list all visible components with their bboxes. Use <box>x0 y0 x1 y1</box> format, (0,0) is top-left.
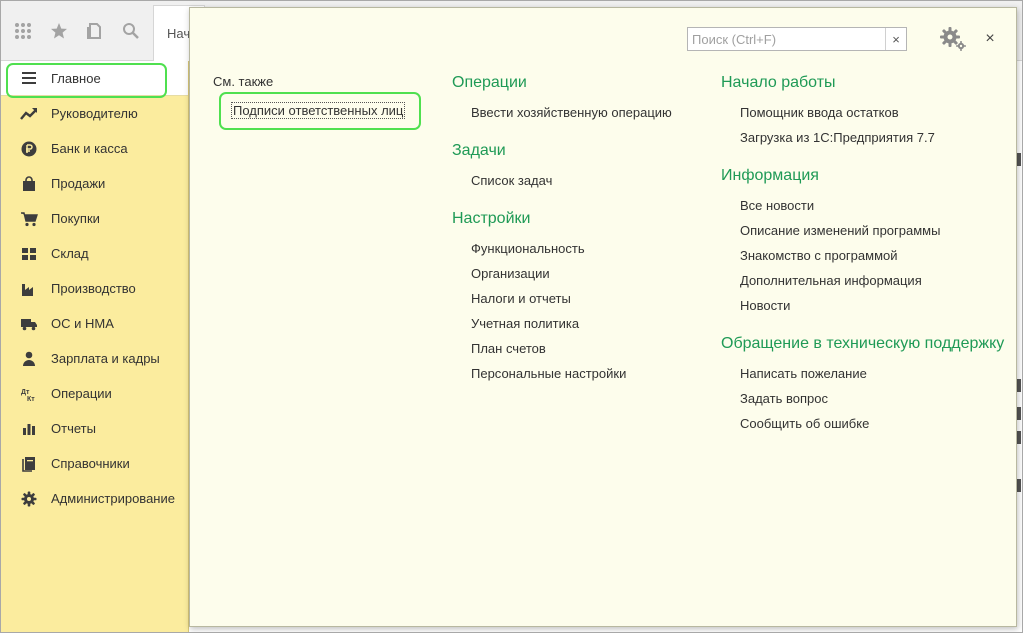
main-menu-popup: × × См. также <box>189 7 1017 627</box>
sidebar-item-label: Продажи <box>51 176 106 191</box>
sidebar-item[interactable]: Покупки <box>1 201 188 236</box>
truck-icon <box>19 316 39 332</box>
menu-link[interactable]: Описание изменений программы <box>740 218 1004 243</box>
section-title: Настройки <box>452 210 531 227</box>
sidebar-item[interactable]: Справочники <box>1 446 188 481</box>
person-icon <box>19 351 39 367</box>
sidebar-item-label: Главное <box>51 70 101 86</box>
menu-column-1: Операции Ввести хозяйственную операцию Зад… <box>452 72 672 401</box>
history-icon[interactable] <box>77 13 113 49</box>
sidebar-item[interactable]: Главное <box>1 61 188 98</box>
menu-link[interactable]: Налоги и отчеты <box>471 286 672 311</box>
menu-link[interactable]: Все новости <box>740 193 1004 218</box>
sidebar-item-label: Банк и касса <box>51 141 128 156</box>
search-clear-button[interactable]: × <box>885 28 906 50</box>
menu-link[interactable]: Написать пожелание <box>740 361 1004 386</box>
section-title: Информация <box>721 167 819 184</box>
section-title: Обращение в техническую поддержку <box>721 335 1005 352</box>
ruble-coin-icon <box>19 141 39 157</box>
menu-link[interactable]: Учетная политика <box>471 311 672 336</box>
bar-chart-icon <box>19 421 39 437</box>
menu-link[interactable]: Функциональность <box>471 236 672 261</box>
menu-link[interactable]: Сообщить об ошибке <box>740 411 1004 436</box>
menu-link[interactable]: Новости <box>740 293 1004 318</box>
section-title: Операции <box>452 74 527 91</box>
svg-text:Дт: Дт <box>21 389 30 396</box>
menu-link[interactable]: План счетов <box>471 336 672 361</box>
dt-kt-icon: Дт Кт <box>19 386 39 402</box>
search-box: × <box>687 27 907 51</box>
book-icon <box>19 456 39 472</box>
sidebar-item-label: Отчеты <box>51 421 96 436</box>
sidebar-item-label: Зарплата и кадры <box>51 351 160 366</box>
sidebar-item[interactable]: Отчеты <box>1 411 188 446</box>
sidebar-item[interactable]: Администрирование <box>1 481 188 516</box>
sidebar-item-label: ОС и НМА <box>51 316 114 331</box>
sidebar-item-label: Производство <box>51 281 136 296</box>
sidebar-item-label: Руководителю <box>51 106 138 121</box>
menu-link[interactable]: Знакомство с программой <box>740 243 1004 268</box>
section-links: Помощник ввода остатков Загрузка из 1С:Пр… <box>721 100 1004 150</box>
section-links: Функциональность Организации Налоги и отче… <box>452 236 672 386</box>
star-icon[interactable] <box>41 13 77 49</box>
sidebar: Главное Руководителю Банк и касса Продажи По… <box>1 61 189 632</box>
section-links: Написать пожелание Задать вопрос Сообщить … <box>721 361 1004 436</box>
sidebar-item[interactable]: Склад <box>1 236 188 271</box>
search-icon[interactable] <box>113 13 149 49</box>
svg-text:Кт: Кт <box>27 396 35 402</box>
sidebar-item[interactable]: Зарплата и кадры <box>1 341 188 376</box>
section-links: Ввести хозяйственную операцию <box>452 100 672 125</box>
section-title: Начало работы <box>721 74 836 91</box>
see-also-link-signatures[interactable]: Подписи ответственных лиц <box>231 102 406 119</box>
section-title: Задачи <box>452 142 506 159</box>
menu-link[interactable]: Дополнительная информация <box>740 268 1004 293</box>
menu-lines-icon <box>19 70 39 86</box>
section-links: Список задач <box>452 168 672 193</box>
sidebar-item[interactable]: ОС и НМА <box>1 306 188 341</box>
menu-link[interactable]: Ввести хозяйственную операцию <box>471 100 672 125</box>
menu-link[interactable]: Организации <box>471 261 672 286</box>
sidebar-item[interactable]: Банк и касса <box>1 131 188 166</box>
sidebar-item[interactable]: Дт Кт Операции <box>1 376 188 411</box>
app-window: Нач Главное Руководителю Банк и касса Прода… <box>0 0 1023 633</box>
background-fragment <box>1017 153 1021 166</box>
background-fragment <box>1017 379 1021 392</box>
cart-icon <box>19 211 39 227</box>
toolbar-icons <box>5 9 149 53</box>
menu-link[interactable]: Персональные настройки <box>471 361 672 386</box>
see-also-label: См. также <box>213 74 274 89</box>
trend-icon <box>19 106 39 122</box>
menu-link[interactable]: Помощник ввода остатков <box>740 100 1004 125</box>
background-fragment <box>1017 479 1021 492</box>
sidebar-item[interactable]: Продажи <box>1 166 188 201</box>
section-links: Все новости Описание изменений программы З… <box>721 193 1004 318</box>
factory-icon <box>19 281 39 297</box>
gear-icon <box>19 491 39 507</box>
menu-column-2: Начало работы Помощник ввода остатков Загр… <box>721 72 1004 451</box>
sidebar-item[interactable]: Руководителю <box>1 96 188 131</box>
sidebar-item-label: Покупки <box>51 211 100 226</box>
sidebar-item[interactable]: Производство <box>1 271 188 306</box>
menu-link[interactable]: Задать вопрос <box>740 386 1004 411</box>
sidebar-item-label: Администрирование <box>51 491 175 506</box>
sidebar-item-label: Склад <box>51 246 89 261</box>
sidebar-item-label: Справочники <box>51 456 130 471</box>
menu-link[interactable]: Загрузка из 1С:Предприятия 7.7 <box>740 125 1004 150</box>
gear-icon[interactable] <box>939 26 967 52</box>
warehouse-icon <box>19 246 39 262</box>
shopping-bag-icon <box>19 175 39 192</box>
apps-grid-icon[interactable] <box>5 13 41 49</box>
sidebar-item-label: Операции <box>51 386 112 401</box>
close-button[interactable]: × <box>979 28 1001 50</box>
menu-link[interactable]: Список задач <box>471 168 672 193</box>
search-input[interactable] <box>688 28 885 50</box>
background-fragment <box>1017 407 1021 420</box>
background-fragment <box>1017 431 1021 444</box>
